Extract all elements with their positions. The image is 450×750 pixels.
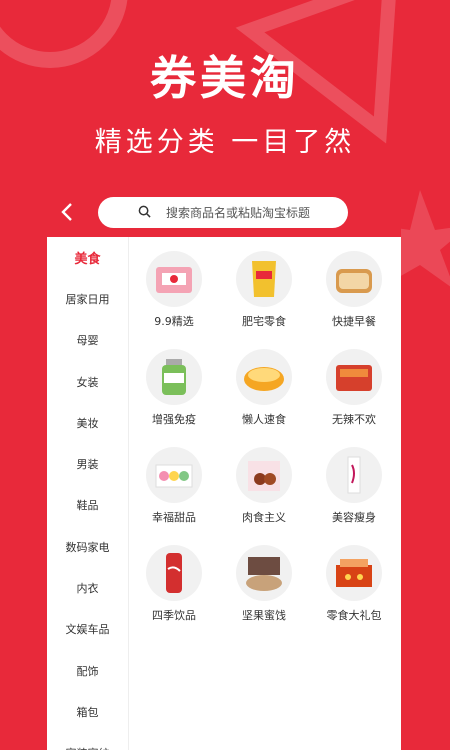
- category-label: 零食大礼包: [326, 609, 382, 622]
- cola-can-icon: [146, 545, 202, 601]
- search-icon: [138, 205, 151, 218]
- sidebar-item[interactable]: 母婴: [47, 320, 128, 361]
- sidebar-item[interactable]: 居家日用: [47, 278, 128, 319]
- meat-icon: [236, 447, 292, 503]
- category-tile[interactable]: 懒人速食: [219, 349, 309, 427]
- back-button[interactable]: [47, 187, 87, 237]
- category-label: 肥宅零食: [242, 315, 286, 328]
- beauty-drink-icon: [326, 447, 382, 503]
- sidebar-item[interactable]: 女装: [47, 361, 128, 402]
- tagline: 精选分类 一目了然: [94, 127, 356, 158]
- category-tile[interactable]: 坚果蜜饯: [219, 545, 309, 623]
- category-label: 四季饮品: [152, 609, 196, 622]
- chevron-left-icon: [61, 203, 72, 221]
- category-label: 懒人速食: [242, 413, 286, 426]
- category-label: 无辣不欢: [332, 413, 376, 426]
- category-tile[interactable]: 美容瘦身: [309, 447, 399, 525]
- supplement-bottle-icon: [146, 349, 202, 405]
- chips-bag-icon: [236, 251, 292, 307]
- sidebar-item[interactable]: 男装: [47, 443, 128, 484]
- gift-box-icon: [326, 545, 382, 601]
- category-tile[interactable]: 肉食主义: [219, 447, 309, 525]
- spicy-snack-icon: [326, 349, 382, 405]
- search-input[interactable]: 搜索商品名或粘贴淘宝标题: [98, 197, 348, 228]
- app-screen: 搜索商品名或粘贴淘宝标题 美食 居家日用 母婴 女装 美妆 男装 鞋品 数码家电 内衣 文娱车品配…: [47, 187, 401, 750]
- sidebar-item[interactable]: 家装家纺: [47, 733, 128, 750]
- snack-box-icon: [146, 251, 202, 307]
- category-label: 坚果蜜饯: [242, 609, 286, 622]
- sidebar-item[interactable]: 箱包: [47, 691, 128, 732]
- sidebar-item[interactable]: 鞋品: [47, 485, 128, 526]
- sidebar-item[interactable]: 美妆: [47, 402, 128, 443]
- category-tile[interactable]: 9.9精选: [129, 251, 219, 329]
- sidebar-item[interactable]: 配饰: [47, 650, 128, 691]
- sidebar-item[interactable]: 数码家电: [47, 526, 128, 567]
- category-label: 快捷早餐: [332, 315, 376, 328]
- subcategory-grid: 9.9精选 肥宅零食 快捷早餐增强免疫 懒人速食 无辣不欢幸福甜品 肉食主义 美容瘦身四季饮…: [129, 237, 401, 623]
- category-tile[interactable]: 四季饮品: [129, 545, 219, 623]
- macaron-icon: [146, 447, 202, 503]
- sidebar-item[interactable]: 文娱车品: [47, 609, 128, 650]
- app-title: 券美淘: [150, 51, 300, 105]
- sidebar-item[interactable]: 美食: [47, 237, 128, 278]
- instant-noodle-icon: [236, 349, 292, 405]
- category-tile[interactable]: 快捷早餐: [309, 251, 399, 329]
- category-tile[interactable]: 幸福甜品: [129, 447, 219, 525]
- top-bar: 搜索商品名或粘贴淘宝标题: [47, 187, 401, 237]
- category-tile[interactable]: 零食大礼包: [309, 545, 399, 623]
- nuts-icon: [236, 545, 292, 601]
- search-placeholder: 搜索商品名或粘贴淘宝标题: [166, 206, 311, 220]
- category-label: 9.9精选: [154, 315, 194, 328]
- category-label: 增强免疫: [152, 413, 196, 426]
- category-tile[interactable]: 肥宅零食: [219, 251, 309, 329]
- sidebar-item[interactable]: 内衣: [47, 567, 128, 608]
- category-tile[interactable]: 增强免疫: [129, 349, 219, 427]
- category-label: 幸福甜品: [152, 511, 196, 524]
- category-tile[interactable]: 无辣不欢: [309, 349, 399, 427]
- category-sidebar: 美食居家日用母婴女装美妆男装鞋品数码家电内衣文娱车品配饰箱包家装家纺: [47, 237, 129, 750]
- bread-icon: [326, 251, 382, 307]
- category-label: 肉食主义: [242, 511, 286, 524]
- category-label: 美容瘦身: [332, 511, 376, 524]
